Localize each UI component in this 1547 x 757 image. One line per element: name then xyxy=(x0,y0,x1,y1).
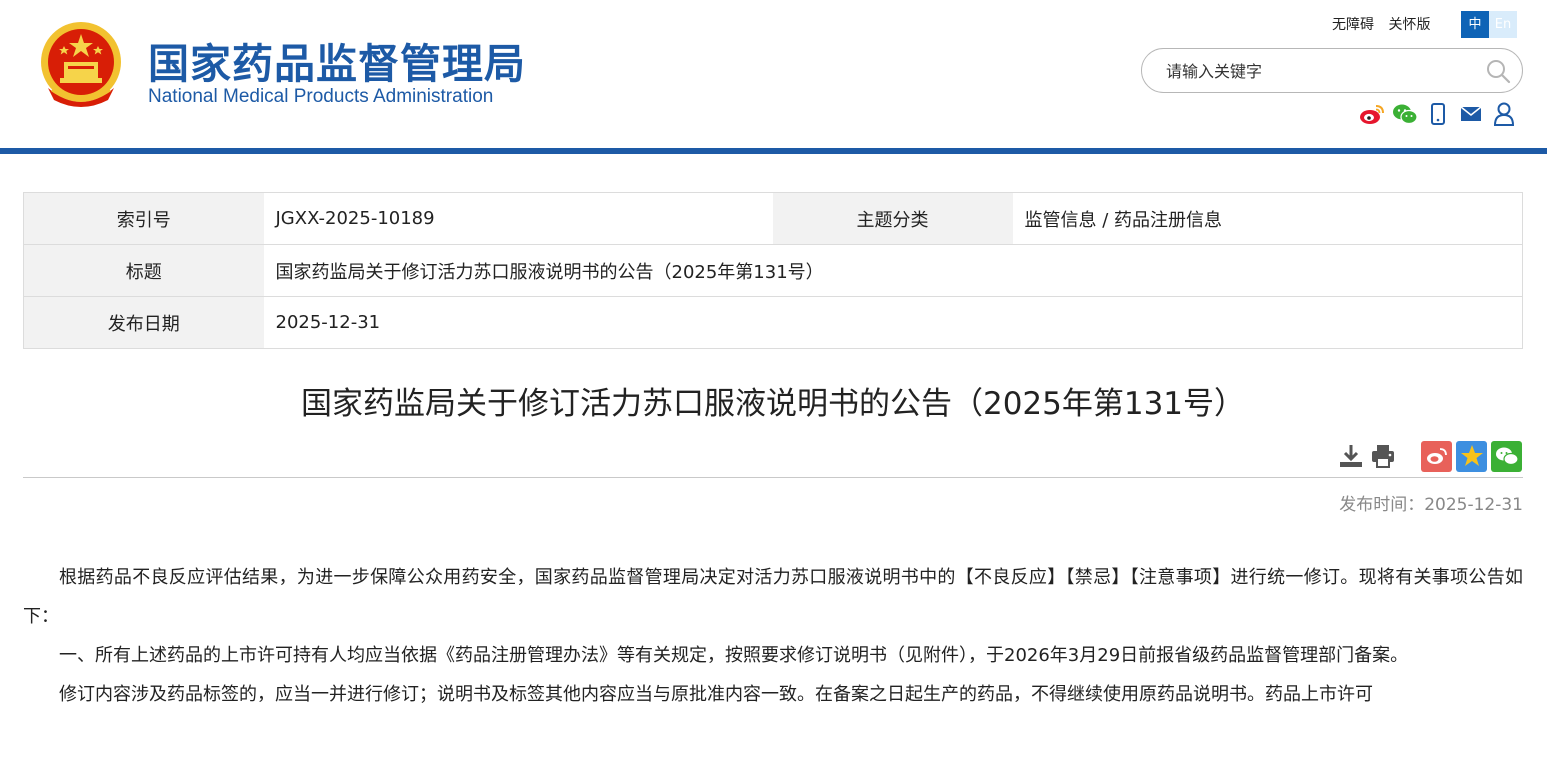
document-info-table: 索引号 JGXX-2025-10189 主题分类 监管信息 / 药品注册信息 标… xyxy=(23,192,1523,349)
article-tools xyxy=(1335,440,1522,472)
date-label: 发布日期 xyxy=(23,296,264,349)
article-divider xyxy=(23,477,1523,478)
topic-value: 监管信息 / 药品注册信息 xyxy=(1012,192,1523,245)
publish-time: 发布时间：2025-12-31 xyxy=(1339,495,1523,515)
topic-label: 主题分类 xyxy=(772,192,1013,245)
index-value: JGXX-2025-10189 xyxy=(263,192,773,245)
article-body: 根据药品不良反应评估结果，为进一步保障公众用药安全，国家药品监督管理局决定对活力… xyxy=(23,558,1523,714)
lang-en-button[interactable]: En xyxy=(1489,11,1517,38)
info-row-index: 索引号 JGXX-2025-10189 主题分类 监管信息 / 药品注册信息 xyxy=(23,192,1523,245)
download-icon[interactable] xyxy=(1335,440,1367,472)
article-title: 国家药监局关于修订活力苏口服液说明书的公告（2025年第131号） xyxy=(300,386,1246,422)
share-qzone-icon[interactable] xyxy=(1456,440,1487,472)
wechat-icon[interactable] xyxy=(1392,101,1418,127)
language-switch: 中 En xyxy=(1461,11,1517,38)
date-value: 2025-12-31 xyxy=(275,312,381,333)
site-title-cn[interactable]: 国家药品监督管理局 xyxy=(148,30,526,90)
article-paragraph: 根据药品不良反应评估结果，为进一步保障公众用药安全，国家药品监督管理局决定对活力… xyxy=(23,567,1523,627)
mobile-icon[interactable] xyxy=(1425,101,1451,127)
user-icon[interactable] xyxy=(1491,101,1517,127)
share-weibo-icon[interactable] xyxy=(1421,440,1452,472)
info-row-date: 发布日期 2025-12-31 xyxy=(23,296,1523,349)
title-label: 标题 xyxy=(23,244,264,297)
index-label: 索引号 xyxy=(23,192,264,245)
print-icon[interactable] xyxy=(1367,440,1399,472)
article-paragraph: 修订内容涉及药品标签的，应当一并进行修订；说明书及标签其他内容应当与原批准内容一… xyxy=(59,684,1373,705)
site-title-en[interactable]: National Medical Products Administration xyxy=(148,86,493,108)
national-emblem-logo[interactable] xyxy=(38,18,124,110)
social-links xyxy=(1359,101,1517,127)
title-value: 国家药监局关于修订活力苏口服液说明书的公告（2025年第131号） xyxy=(263,244,1523,297)
accessibility-link[interactable]: 无障碍 xyxy=(1332,17,1374,33)
search-box xyxy=(1141,48,1523,93)
care-mode-link[interactable]: 关怀版 xyxy=(1388,17,1430,33)
site-header: 国家药品监督管理局 National Medical Products Admi… xyxy=(0,0,1547,150)
article-paragraph: 一、所有上述药品的上市许可持有人均应当依据《药品注册管理办法》等有关规定，按照要… xyxy=(59,645,1409,666)
weibo-icon[interactable] xyxy=(1359,101,1385,127)
header-divider-bar xyxy=(0,148,1547,154)
top-links: 无障碍 关怀版 xyxy=(1332,14,1440,34)
mail-icon[interactable] xyxy=(1458,101,1484,127)
lang-cn-button[interactable]: 中 xyxy=(1461,11,1489,38)
info-row-title: 标题 国家药监局关于修订活力苏口服液说明书的公告（2025年第131号） xyxy=(23,244,1523,297)
search-input[interactable] xyxy=(1166,59,1476,83)
share-wechat-icon[interactable] xyxy=(1491,440,1522,472)
search-icon[interactable] xyxy=(1484,57,1512,85)
